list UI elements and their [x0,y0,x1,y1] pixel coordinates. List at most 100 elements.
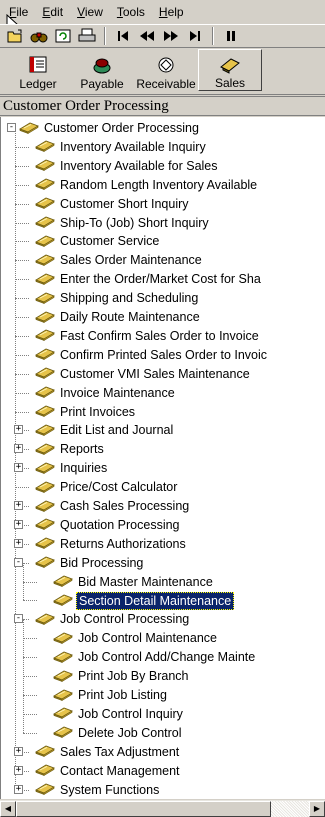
book-icon [35,516,55,533]
next-record-icon[interactable] [160,26,182,46]
tree-item-label: Random Length Inventory Available [60,177,258,192]
tree-item-label: Job Control Processing [60,612,190,627]
tree-item-label: Invoice Maintenance [60,385,175,400]
tree-item-label: Print Job Listing [78,688,167,702]
book-icon [35,138,55,155]
tree-item[interactable]: Job Control Add/Change Mainte [53,648,257,666]
menu-view[interactable]: View [70,3,110,21]
toolbar-separator [212,27,214,45]
menu-help[interactable]: Help [152,3,191,21]
expand-node-button[interactable]: + [14,747,23,756]
book-icon [35,309,55,326]
tree-item[interactable]: Shipping and Scheduling [35,289,200,307]
shortcut-receivable-label: Receivable [136,77,196,91]
shortcut-payable[interactable]: Payable [70,49,134,91]
tree-item[interactable]: Inquiries [35,459,109,477]
tree-item-label: Edit List and Journal [60,423,174,438]
tree-guide-line [15,393,29,394]
expand-node-button[interactable]: + [14,785,23,794]
book-icon [35,498,55,515]
tree-item[interactable]: Print Job Listing [53,686,169,704]
tree-guide-line [15,374,29,375]
expand-node-button[interactable]: + [14,463,23,472]
menu-tools[interactable]: Tools [110,3,152,21]
tree-item[interactable]: Random Length Inventory Available [35,176,259,194]
tree-item[interactable]: Daily Route Maintenance [35,308,202,326]
tree-item[interactable]: Inventory Available Inquiry [35,138,208,156]
tree-item[interactable]: System Functions [35,781,161,799]
expand-node-button[interactable]: + [14,520,23,529]
shortcut-receivable[interactable]: Receivable [134,49,198,91]
tree-item[interactable]: Ship-To (Job) Short Inquiry [35,214,211,232]
expand-node-button[interactable]: + [14,539,23,548]
tree-item[interactable]: Job Control Maintenance [53,629,219,647]
scroll-left-button[interactable]: ◀ [0,800,16,817]
expand-node-button[interactable]: + [14,425,23,434]
expand-node-button[interactable]: + [14,766,23,775]
tree-item[interactable]: Job Control Processing [35,610,191,628]
open-icon[interactable] [4,26,26,46]
tree-guide-line [23,582,37,583]
tree-item[interactable]: Inventory Available for Sales [35,157,220,175]
tree-item[interactable]: Print Job By Branch [53,667,190,685]
collapse-node-button[interactable]: - [7,123,16,132]
tree-item-label: Confirm Printed Sales Order to Invoic [60,347,268,362]
tree-item-label: Inventory Available Inquiry [60,139,206,154]
refresh-icon[interactable] [52,26,74,46]
tree-item[interactable]: Print Invoices [35,403,137,421]
horizontal-scrollbar[interactable]: ◀ ▶ [0,799,325,817]
shortcut-ledger[interactable]: Ledger [6,49,70,91]
tree-guide-line [15,166,29,167]
tree-item[interactable]: Customer Service [35,232,161,250]
book-icon [35,290,55,307]
scroll-track[interactable] [16,800,309,817]
shortcut-sales[interactable]: Sales [198,49,262,91]
scroll-thumb[interactable] [16,800,271,817]
binoculars-icon[interactable] [28,26,50,46]
tree-item[interactable]: Bid Processing [35,554,145,572]
tree-item[interactable]: Fast Confirm Sales Order to Invoice [35,327,261,345]
tree-item[interactable]: Section Detail Maintenance [53,591,235,610]
tree-item[interactable]: Edit List and Journal [35,421,175,439]
collapse-node-button[interactable]: - [14,558,23,567]
menu-edit[interactable]: Edit [35,3,70,21]
book-icon [35,271,55,288]
tree-item[interactable]: Customer Short Inquiry [35,195,191,213]
tree-item[interactable]: Returns Authorizations [35,535,188,553]
tree-item-label: Bid Master Maintenance [78,574,213,589]
tree-item[interactable]: Enter the Order/Market Cost for Sha [35,270,263,288]
expand-node-button[interactable]: + [14,501,23,510]
tree-guide-line [15,223,29,224]
pause-icon[interactable] [220,26,242,46]
previous-record-icon[interactable] [136,26,158,46]
tree-item[interactable]: Delete Job Control [53,724,184,742]
tree-item[interactable]: Sales Order Maintenance [35,251,204,269]
tree-item-label: Customer VMI Sales Maintenance [60,366,250,381]
tree-item[interactable]: Customer Order Processing [19,119,201,137]
collapse-node-button[interactable]: - [14,614,23,623]
scroll-right-button[interactable]: ▶ [309,800,325,817]
tree-item[interactable]: Contact Management [35,762,182,780]
book-icon [53,649,73,666]
expand-node-button[interactable]: + [14,444,23,453]
tree-item[interactable]: Price/Cost Calculator [35,478,179,496]
book-icon [35,252,55,269]
print-icon[interactable] [76,26,98,46]
tree-item-label: Cash Sales Processing [60,499,190,513]
first-record-icon[interactable] [112,26,134,46]
book-icon [35,176,55,193]
tree-item[interactable]: Cash Sales Processing [35,497,191,515]
tree-item[interactable]: Sales Tax Adjustment [35,743,181,761]
book-icon [35,346,55,363]
tree-item[interactable]: Reports [35,440,106,458]
tree-item[interactable]: Customer VMI Sales Maintenance [35,365,252,383]
last-record-icon[interactable] [184,26,206,46]
tree-item[interactable]: Bid Master Maintenance [53,573,215,591]
tree-guide-line [15,185,29,186]
tree-item[interactable]: Invoice Maintenance [35,384,177,402]
tree-item[interactable]: Job Control Inquiry [53,705,185,723]
tree-item[interactable]: Quotation Processing [35,516,182,534]
tree-guide-line [23,638,37,639]
tree-item[interactable]: Confirm Printed Sales Order to Invoic [35,346,269,364]
toolbar-separator [104,27,106,45]
